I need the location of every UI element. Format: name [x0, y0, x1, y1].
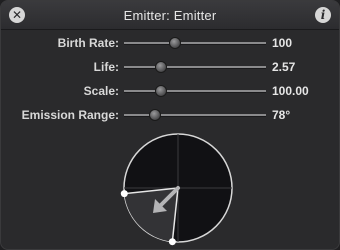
title-bar: ✕ Emitter: Emitter i: [1, 1, 339, 30]
emission-range-slider-track[interactable]: [124, 114, 266, 117]
window-title: Emitter: Emitter: [123, 7, 217, 23]
scale-label: Scale:: [83, 84, 119, 98]
birth-rate-slider-knob[interactable]: [169, 37, 182, 49]
info-icon: i: [320, 8, 326, 22]
emitter-inspector-panel: ✕ Emitter: Emitter i Birth Rate: 100 Lif…: [0, 0, 340, 250]
life-value[interactable]: 2.57: [272, 60, 295, 74]
scale-value[interactable]: 100.00: [272, 84, 309, 98]
info-button[interactable]: i: [315, 7, 331, 23]
life-slider-track[interactable]: [124, 66, 266, 69]
emission-range-value[interactable]: 78°: [272, 108, 290, 122]
scale-slider-track[interactable]: [124, 90, 266, 93]
birth-rate-label: Birth Rate:: [57, 36, 119, 50]
life-label: Life:: [93, 60, 119, 74]
emission-range-slider-knob[interactable]: [149, 109, 162, 121]
scale-slider-knob[interactable]: [154, 85, 167, 97]
range-handle[interactable]: [168, 238, 176, 246]
scale-row: Scale: 100.00: [1, 80, 339, 102]
birth-rate-value[interactable]: 100: [272, 36, 292, 50]
emission-range-label: Emission Range:: [21, 108, 119, 122]
birth-rate-slider-track[interactable]: [124, 42, 266, 45]
life-row: Life: 2.57: [1, 56, 339, 78]
life-slider-knob[interactable]: [154, 61, 167, 73]
birth-rate-row: Birth Rate: 100: [1, 32, 339, 54]
range-handle[interactable]: [120, 190, 128, 198]
emission-direction-dial[interactable]: [119, 129, 237, 247]
emission-range-row: Emission Range: 78°: [1, 104, 339, 126]
close-button[interactable]: ✕: [9, 7, 25, 23]
close-icon: ✕: [11, 8, 23, 22]
